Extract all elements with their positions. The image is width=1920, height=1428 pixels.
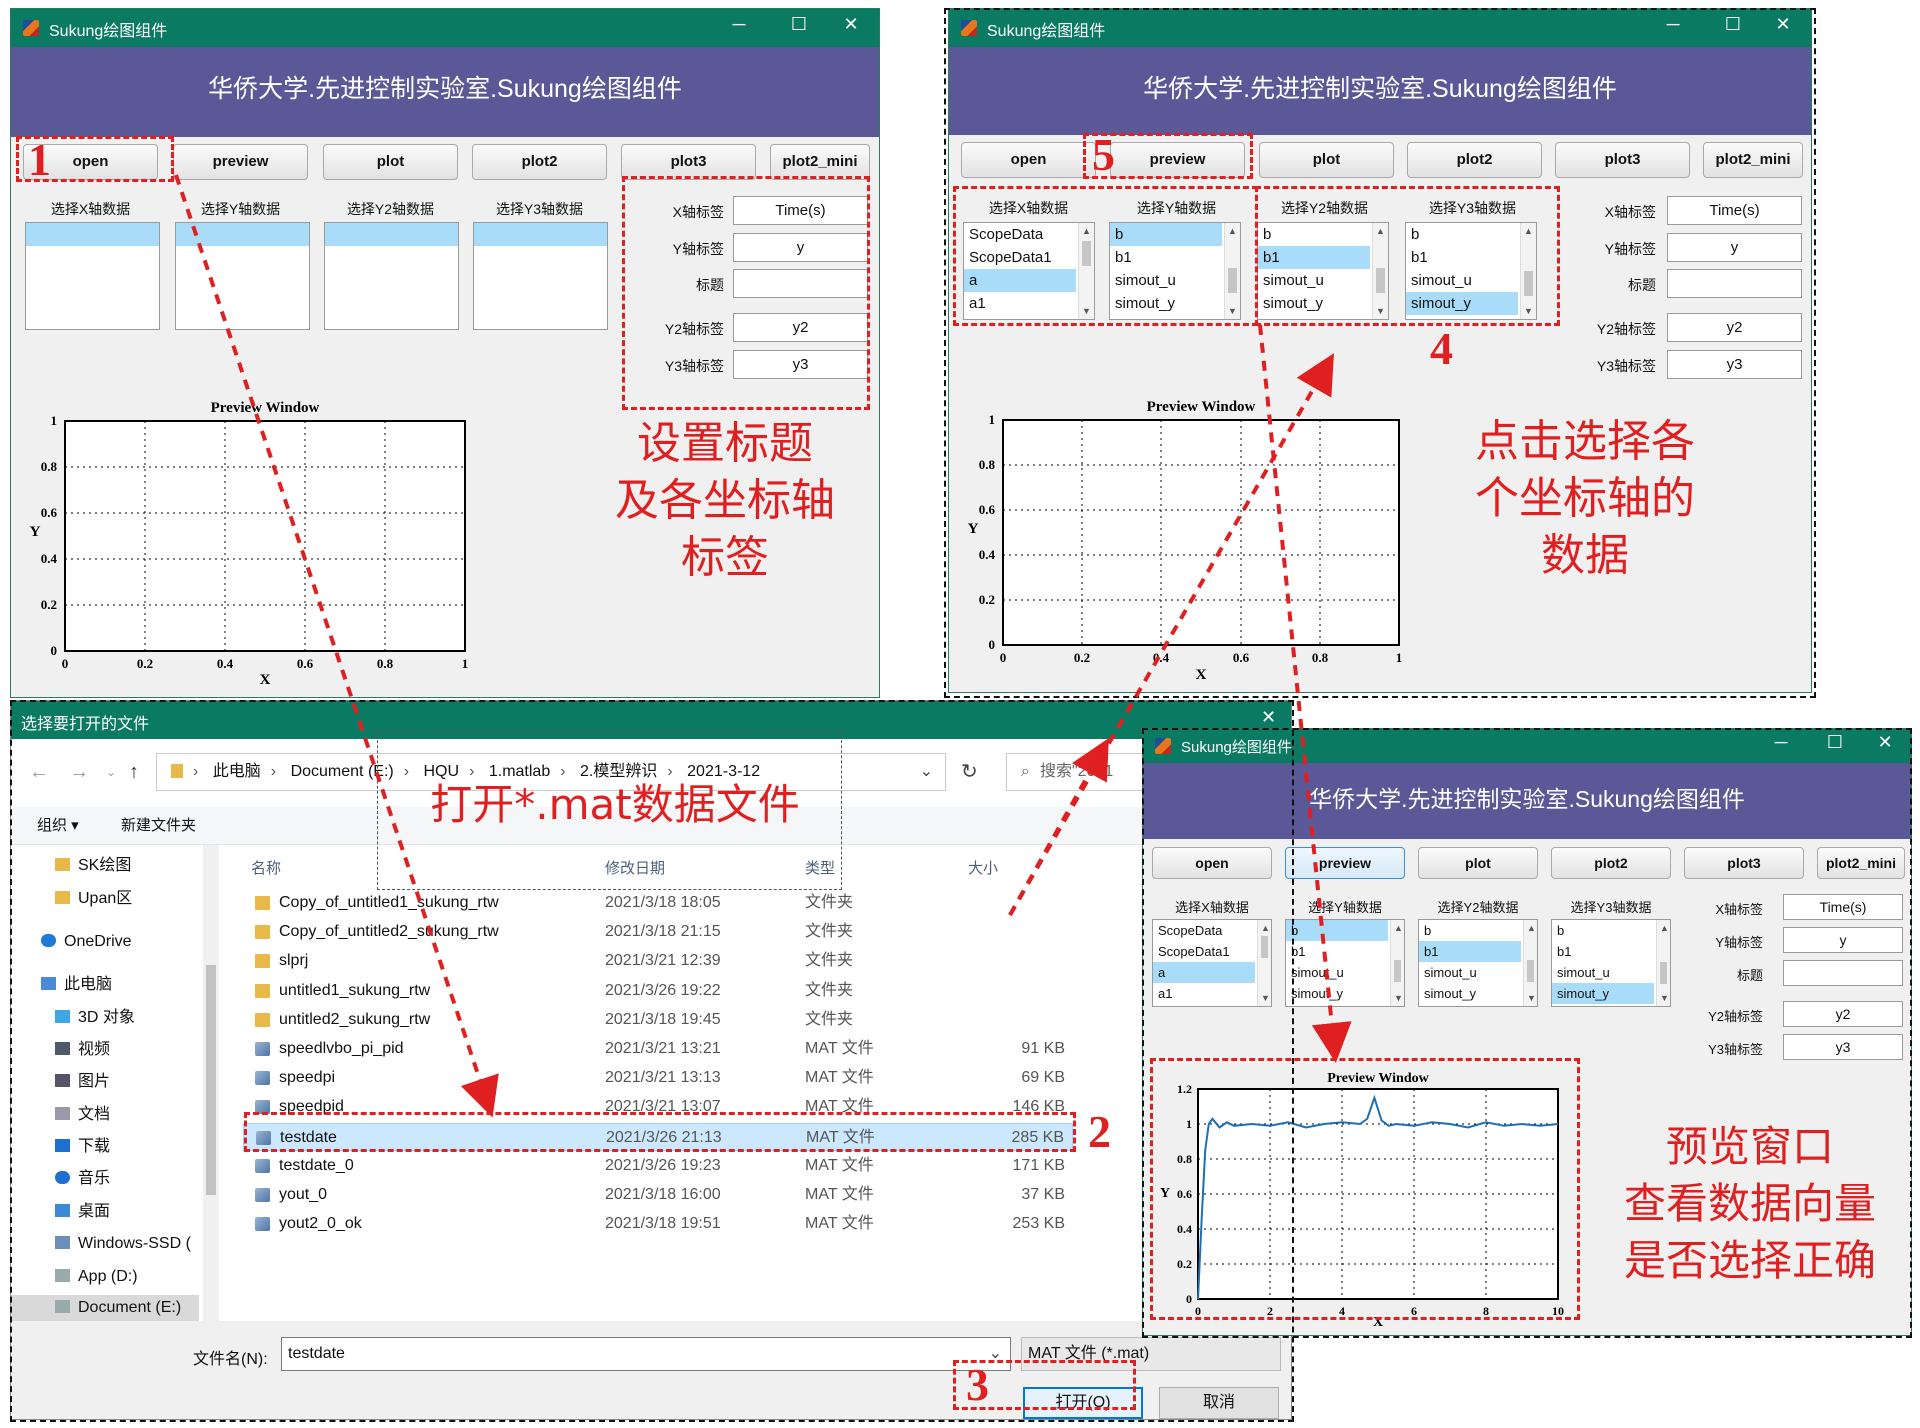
y-tick: 0.4: [41, 551, 58, 566]
x-tick: 0.2: [137, 656, 153, 671]
step-4-label: 4: [1430, 323, 1453, 374]
window-2-highlight-frame: [944, 8, 1816, 698]
chart-title: Preview Window: [211, 400, 320, 416]
y-tick: 1: [51, 413, 58, 428]
x-tick: 0: [62, 656, 69, 671]
step-5-label: 5: [1092, 129, 1115, 180]
plot-button[interactable]: plot: [323, 144, 458, 180]
maximize-icon[interactable]: ☐: [779, 14, 819, 35]
list-item[interactable]: [26, 223, 159, 246]
x-data-list[interactable]: [25, 222, 160, 330]
list-item[interactable]: [474, 223, 607, 246]
x-tick: 1: [462, 656, 469, 671]
banner: 华侨大学.先进控制实验室.Sukung绘图组件: [11, 47, 879, 137]
preview-window-chart: Preview Window 0 0.2 0.4 0.6 0.8 1 0 0.2…: [23, 386, 493, 691]
window-title: Sukung绘图组件: [49, 23, 168, 40]
y-tick: 0.8: [41, 459, 58, 474]
close-icon[interactable]: ✕: [831, 14, 871, 35]
plot2-button[interactable]: plot2: [472, 144, 607, 180]
title-bar: Sukung绘图组件 ─ ☐ ✕: [11, 9, 879, 47]
list-item[interactable]: [176, 223, 309, 246]
y3-data-list[interactable]: [473, 222, 608, 330]
y-data-list[interactable]: [175, 222, 310, 330]
preview-button[interactable]: preview: [173, 144, 308, 180]
axis-labels-highlight: [622, 176, 870, 410]
x-data-label: 选择X轴数据: [50, 201, 131, 217]
x-tick: 0.4: [217, 656, 234, 671]
step-2-label: 2: [1088, 1106, 1111, 1157]
y-axis-title: Y: [30, 524, 41, 540]
step-1-label: 1: [28, 134, 51, 185]
set-title-annotation: 设置标题 及各坐标轴 标签: [615, 418, 835, 583]
y2-data-label: 选择Y2轴数据: [346, 201, 435, 217]
empty-plot-svg: Preview Window 0 0.2 0.4 0.6 0.8 1 0 0.2…: [30, 400, 469, 688]
matlab-logo-icon: [23, 20, 39, 36]
y2-data-list[interactable]: [324, 222, 459, 330]
y-data-label: 选择Y轴数据: [200, 201, 281, 217]
preview-chart-highlight: [1150, 1058, 1580, 1320]
data-lists-highlight-2: [1255, 186, 1560, 326]
x-tick: 0.8: [377, 656, 394, 671]
select-data-annotation: 点击选择各 个坐标轴的 数据: [1475, 416, 1695, 581]
y-tick: 0.2: [41, 597, 57, 612]
list-item[interactable]: [325, 223, 458, 246]
preview-check-annotation: 预览窗口 查看数据向量 是否选择正确: [1623, 1122, 1876, 1285]
open-mat-annotation: 打开*.mat数据文件: [430, 780, 800, 829]
x-axis-title: X: [260, 672, 271, 688]
y-tick: 0.6: [41, 505, 58, 520]
plot3-button[interactable]: plot3: [621, 144, 756, 180]
y-tick: 0: [51, 643, 58, 658]
y3-data-label: 选择Y3轴数据: [495, 201, 584, 217]
step-3-label: 3: [966, 1359, 989, 1410]
testdate-highlight: [244, 1112, 1076, 1152]
plot2-mini-button[interactable]: plot2_mini: [770, 144, 870, 180]
x-tick: 0.6: [297, 656, 314, 671]
data-lists-highlight: [953, 186, 1258, 326]
minimize-icon[interactable]: ─: [719, 14, 759, 35]
